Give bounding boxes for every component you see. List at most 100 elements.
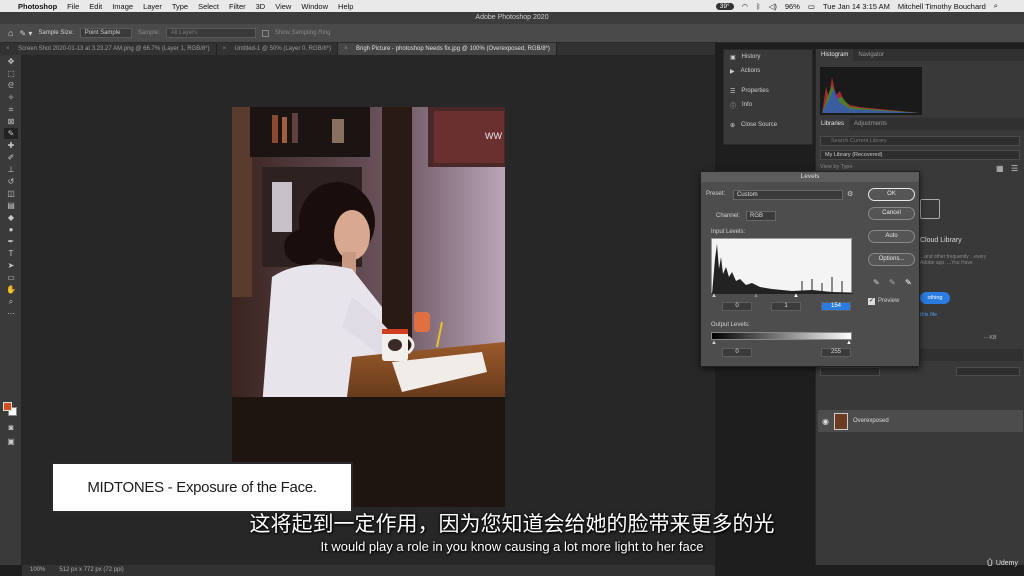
eyedropper-tool-icon[interactable]: ✎ ▾	[19, 29, 32, 38]
document-photo[interactable]: WW	[232, 107, 505, 507]
menu-type[interactable]: Type	[172, 2, 188, 11]
white-input-slider[interactable]: ▲	[793, 293, 799, 299]
menu-help[interactable]: Help	[338, 2, 353, 11]
home-icon[interactable]: ⌂	[8, 28, 13, 38]
type-tool-icon[interactable]: T	[4, 248, 18, 259]
document-size[interactable]: 512 px x 772 px (72 ppi)	[59, 565, 123, 576]
output-black-field[interactable]: 0	[722, 348, 752, 357]
user-name[interactable]: Mitchell Timothy Bouchard	[898, 2, 986, 11]
black-output-slider[interactable]: ▲	[711, 340, 717, 346]
show-ring-checkbox[interactable]	[261, 29, 269, 37]
quick-mask-icon[interactable]: ◙	[4, 422, 18, 433]
eye-icon[interactable]: ◉	[822, 417, 829, 426]
tab-histogram[interactable]: Histogram	[816, 49, 854, 61]
layer-row[interactable]: ◉ Overexposed	[818, 410, 1023, 432]
input-black-field[interactable]: 0	[722, 302, 752, 311]
close-icon[interactable]: ×	[6, 43, 10, 55]
weather-badge[interactable]: 39°	[715, 2, 734, 10]
tab-screenshot[interactable]: × Screen Shot 2020-01-13 at 3.23.27 AM.pn…	[0, 43, 217, 55]
library-search-input[interactable]: Search Current Library	[820, 136, 1020, 146]
input-gamma-field[interactable]: 1	[771, 302, 801, 311]
quick-select-tool-icon[interactable]: ✧	[4, 92, 18, 103]
ok-button[interactable]: OK	[868, 188, 915, 201]
pen-tool-icon[interactable]: ✒	[4, 236, 18, 247]
library-select[interactable]: My Library (Recovered)	[820, 150, 1020, 160]
menu-select[interactable]: Select	[198, 2, 219, 11]
output-white-field[interactable]: 255	[821, 348, 851, 357]
gray-eyedropper-icon[interactable]: ✎	[889, 278, 896, 287]
healing-tool-icon[interactable]: ✚	[4, 140, 18, 151]
sample-select[interactable]: All Layers	[165, 28, 256, 38]
hand-tool-icon[interactable]: ✋	[4, 284, 18, 295]
menu-filter[interactable]: Filter	[229, 2, 246, 11]
preset-select[interactable]: Custom	[733, 190, 843, 200]
gray-input-slider[interactable]: ▲	[753, 293, 759, 299]
info-panel-button[interactable]: ⓘ Info	[724, 98, 812, 112]
crop-tool-icon[interactable]: ⌗	[4, 104, 18, 115]
grid-view-icon[interactable]: ▦	[996, 164, 1004, 173]
shape-tool-icon[interactable]: ▭	[4, 272, 18, 283]
marquee-tool-icon[interactable]: ⬚	[4, 68, 18, 79]
menu-view[interactable]: View	[275, 2, 291, 11]
move-tool-icon[interactable]: ✥	[4, 56, 18, 67]
black-input-slider[interactable]: ▲	[711, 293, 717, 299]
cloud-library-button[interactable]: othing	[920, 292, 950, 304]
channel-select[interactable]: RGB	[746, 211, 776, 221]
clone-source-panel-button[interactable]: ⊕ Close Source	[724, 118, 812, 132]
gradient-tool-icon[interactable]: ▤	[4, 200, 18, 211]
white-eyedropper-icon[interactable]: ✎	[905, 278, 912, 287]
close-icon[interactable]: ×	[223, 43, 227, 55]
black-eyedropper-icon[interactable]: ✎	[873, 278, 880, 287]
tab-adjustments[interactable]: Adjustments	[849, 118, 892, 130]
cancel-button[interactable]: Cancel	[868, 207, 915, 220]
view-by-label[interactable]: View by Type	[820, 164, 853, 170]
dodge-tool-icon[interactable]: ●	[4, 224, 18, 235]
volume-icon[interactable]: ◁)	[769, 2, 777, 11]
sample-size-select[interactable]: Point Sample	[79, 28, 132, 38]
frame-tool-icon[interactable]: ⊠	[4, 116, 18, 127]
options-button[interactable]: Options...	[868, 253, 915, 266]
tab-libraries[interactable]: Libraries	[816, 118, 850, 130]
bluetooth-icon[interactable]: ᛒ	[756, 2, 761, 11]
opacity-field[interactable]	[956, 367, 1020, 376]
zoom-level[interactable]: 100%	[30, 565, 45, 576]
search-icon[interactable]: ⌕	[994, 1, 998, 11]
menu-file[interactable]: File	[67, 2, 79, 11]
menu-image[interactable]: Image	[112, 2, 133, 11]
tab-navigator[interactable]: Navigator	[853, 49, 889, 61]
blend-mode-select[interactable]	[820, 367, 880, 376]
menu-3d[interactable]: 3D	[256, 2, 266, 11]
eraser-tool-icon[interactable]: ◫	[4, 188, 18, 199]
wifi-icon[interactable]: ◠	[742, 2, 749, 11]
menu-window[interactable]: Window	[301, 2, 328, 11]
menu-layer[interactable]: Layer	[143, 2, 162, 11]
stamp-tool-icon[interactable]: ⊥	[4, 164, 18, 175]
history-panel-button[interactable]: ▣ History	[724, 50, 812, 64]
input-white-field[interactable]: 154	[821, 302, 851, 311]
foreground-color-swatch[interactable]	[3, 402, 12, 411]
brush-tool-icon[interactable]: ✐	[4, 152, 18, 163]
clock[interactable]: Tue Jan 14 3:15 AM	[823, 2, 890, 11]
close-icon[interactable]: ×	[344, 43, 348, 55]
layer-name[interactable]: Overexposed	[853, 418, 889, 424]
preview-checkbox[interactable]: ✓	[868, 298, 875, 305]
app-menu[interactable]: Photoshop	[18, 2, 57, 11]
preset-options-icon[interactable]: ⚙	[847, 190, 853, 198]
tab-bright-picture[interactable]: × Brigh Picture - photoshop Needs fix.jpg…	[338, 43, 557, 55]
screen-mode-icon[interactable]: ▣	[4, 436, 18, 447]
blur-tool-icon[interactable]: ◆	[4, 212, 18, 223]
menu-edit[interactable]: Edit	[89, 2, 102, 11]
lasso-tool-icon[interactable]: ᘓ	[4, 80, 18, 91]
white-output-slider[interactable]: ▲	[846, 340, 852, 346]
list-view-icon[interactable]: ☰	[1011, 164, 1018, 173]
actions-panel-button[interactable]: ▶ Actions	[724, 64, 812, 78]
battery-percent[interactable]: 96%	[785, 2, 800, 11]
zoom-tool-icon[interactable]: ⌕	[4, 296, 18, 307]
properties-panel-button[interactable]: ☰ Properties	[724, 84, 812, 98]
cloud-library-link[interactable]: this file	[920, 312, 937, 318]
path-select-tool-icon[interactable]: ➤	[4, 260, 18, 271]
tab-untitled[interactable]: × Untitled-1 @ 50% (Layer 0, RGB/8*)	[217, 43, 339, 55]
more-tools-icon[interactable]: ⋯	[4, 308, 18, 319]
auto-button[interactable]: Auto	[868, 230, 915, 243]
eyedropper-tool-icon[interactable]: ✎	[4, 128, 18, 139]
